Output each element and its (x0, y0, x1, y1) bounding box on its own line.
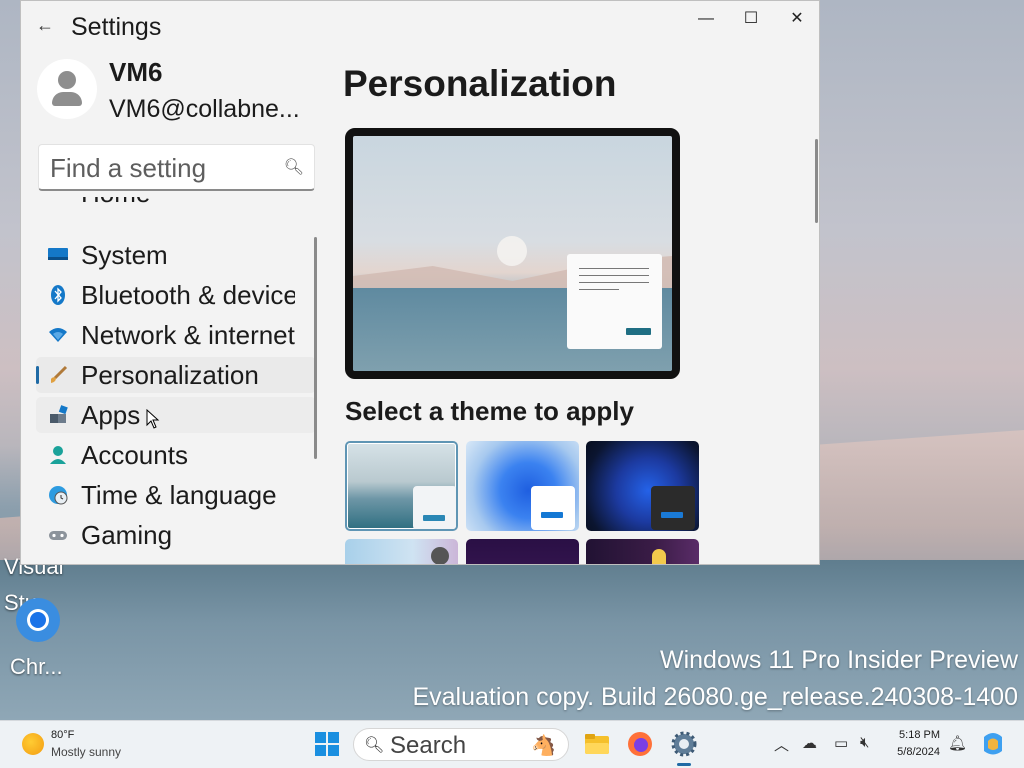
weather-sun-icon[interactable] (22, 733, 44, 755)
settings-gear-icon[interactable] (671, 731, 697, 757)
sidebar-scrollbar[interactable] (314, 237, 317, 459)
theme-badge-icon (431, 547, 449, 564)
theme-card (413, 486, 456, 529)
search-highlight-icon: 🐴 (531, 735, 556, 757)
clock-time[interactable]: 5:18 PM (892, 729, 940, 741)
theme-thumbnail-4[interactable] (345, 539, 458, 564)
theme-thumbnail-1[interactable] (345, 441, 458, 531)
watermark-build: Evaluation copy. Build 26080.ge_release.… (412, 683, 1018, 711)
page-title: Personalization (343, 63, 617, 104)
taskbar: 80°F Mostly sunny 🔍︎ Search 🐴 ︿ ☁ ▭ 🔇︎ 5… (0, 720, 1024, 768)
minimize-button[interactable]: — (686, 7, 726, 31)
mouse-cursor-icon (146, 409, 160, 429)
theme-preview (345, 128, 680, 379)
avatar[interactable] (37, 59, 97, 119)
windows-start-icon[interactable] (314, 731, 340, 757)
file-explorer-icon[interactable] (584, 731, 610, 757)
globe-clock-icon (48, 485, 68, 505)
preview-text-line (579, 282, 649, 283)
search-icon: 🔍︎ (364, 737, 385, 754)
chrome-desktop-icon[interactable] (14, 596, 62, 644)
network-status-icon[interactable]: ▭ (834, 734, 848, 752)
sidebar-item-label: Home (81, 197, 295, 209)
volume-muted-icon[interactable]: 🔇︎ (860, 734, 869, 751)
home-icon (48, 197, 68, 203)
clock-date[interactable]: 5/8/2024 (892, 746, 940, 758)
brush-icon (48, 365, 68, 385)
theme-accent-swatch (423, 515, 445, 521)
user-name: VM6 (109, 57, 163, 87)
sidebar-item-label: Gaming (81, 520, 173, 550)
sidebar-item-time-language[interactable]: Time & language (36, 477, 316, 513)
search-field[interactable]: 🔍︎ (38, 144, 315, 191)
sidebar-item-label: Accounts (81, 440, 188, 470)
sidebar-nav: Home System Bluetooth & devices Network … (36, 197, 316, 564)
notification-bell-icon[interactable]: 🔔︎ (948, 734, 967, 752)
window-title: Settings (71, 13, 162, 41)
sidebar-item-apps[interactable]: Apps (36, 397, 316, 433)
settings-window: ← Settings — ☐ ✕ VM6 VM6@collabne... 🔍︎ … (20, 0, 820, 565)
preview-text-line (579, 289, 619, 290)
theme-accent-swatch (541, 512, 563, 518)
sidebar-item-label: Network & internet (81, 320, 295, 350)
sidebar-item-label: Personalization (81, 360, 259, 390)
search-icon: 🔍︎ (283, 159, 304, 176)
preview-sun (497, 236, 527, 266)
sidebar-item-gaming[interactable]: Gaming (36, 517, 316, 553)
preview-text-line (579, 268, 649, 269)
title-bar[interactable]: ← Settings — ☐ ✕ (21, 1, 819, 53)
theme-thumbnail-5[interactable] (466, 539, 579, 564)
weather-temperature[interactable]: 80°F (51, 729, 74, 741)
sidebar-item-label: Apps (81, 400, 141, 430)
taskbar-search-label: Search (390, 732, 467, 759)
bluetooth-icon (48, 285, 68, 305)
active-app-indicator (677, 763, 691, 766)
copilot-icon[interactable] (980, 731, 1006, 757)
theme-card (531, 486, 575, 530)
preview-window-card (567, 254, 662, 349)
firefox-icon[interactable] (627, 731, 653, 757)
show-hidden-icons-chevron-icon[interactable]: ︿ (774, 734, 789, 755)
preview-button (626, 328, 651, 335)
maximize-button[interactable]: ☐ (731, 7, 771, 31)
avatar-head-shape (58, 71, 76, 89)
preview-text-line (579, 275, 649, 276)
onedrive-icon[interactable]: ☁ (802, 734, 817, 752)
close-button[interactable]: ✕ (777, 7, 817, 31)
weather-description[interactable]: Mostly sunny (51, 745, 121, 759)
theme-thumbnail-6[interactable] (586, 539, 699, 564)
back-arrow-icon[interactable]: ← (33, 13, 57, 37)
sidebar-item-network[interactable]: Network & internet (36, 317, 316, 353)
sidebar-item-bluetooth[interactable]: Bluetooth & devices (36, 277, 316, 313)
system-icon (48, 245, 68, 265)
avatar-body-shape (52, 92, 82, 106)
search-input[interactable] (48, 151, 282, 185)
sidebar-item-label: System (81, 240, 168, 270)
section-title: Select a theme to apply (345, 396, 634, 426)
sidebar-item-personalization[interactable]: Personalization (36, 357, 316, 393)
user-email: VM6@collabne... (109, 95, 300, 123)
sidebar-item-label: Time & language (81, 480, 277, 510)
desktop-icon-label-chrome[interactable]: Chr... (10, 654, 63, 680)
apps-icon (48, 405, 68, 425)
taskbar-search-box[interactable]: 🔍︎ Search 🐴 (353, 728, 569, 761)
content-scrollbar[interactable] (815, 139, 818, 223)
accounts-icon (48, 445, 68, 465)
sidebar-item-home[interactable]: Home (36, 197, 316, 211)
theme-card (651, 486, 695, 530)
network-icon (48, 325, 68, 345)
theme-accent-swatch (661, 512, 683, 518)
sidebar-item-system[interactable]: System (36, 237, 316, 273)
watermark-edition: Windows 11 Pro Insider Preview (659, 646, 1018, 674)
gamepad-icon (48, 525, 68, 545)
selection-indicator (36, 366, 39, 384)
theme-decoration (652, 549, 666, 564)
sidebar-item-label: Bluetooth & devices (81, 280, 295, 310)
sidebar-item-accounts[interactable]: Accounts (36, 437, 316, 473)
theme-thumbnail-2[interactable] (466, 441, 579, 531)
theme-thumbnail-3[interactable] (586, 441, 699, 531)
